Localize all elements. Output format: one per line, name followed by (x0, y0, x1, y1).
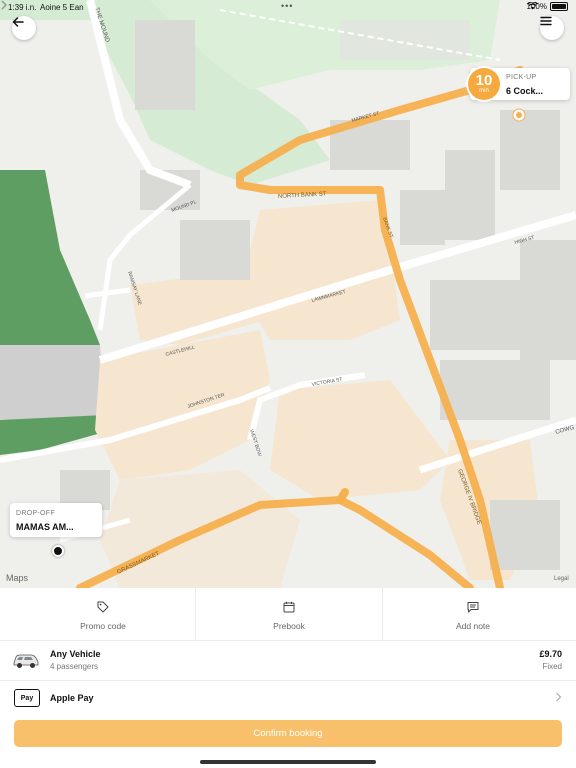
add-note-button[interactable]: Add note (380, 588, 566, 640)
note-icon (467, 602, 479, 613)
car-icon (13, 654, 39, 668)
promo-code-button[interactable]: Promo code (10, 588, 196, 640)
vehicle-selector[interactable]: Any Vehicle 4 passengers £9.70 Fixed (0, 642, 576, 681)
wifi-icon (526, 2, 538, 10)
tag-icon (97, 601, 109, 613)
maps-attribution-text: Maps (6, 573, 29, 583)
street-label: WEST BOW (248, 429, 262, 457)
payment-method-selector[interactable]: Pay Apple Pay (0, 681, 576, 717)
multitasking-dots[interactable]: ••• (281, 1, 293, 11)
chevron-right-icon (1, 0, 7, 10)
back-arrow-icon (12, 17, 24, 27)
legal-link[interactable]: Legal (554, 576, 569, 582)
status-time: 1:39 i.n. (8, 3, 37, 12)
chevron-right-icon (556, 692, 562, 702)
dropoff-label: DROP-OFF (16, 510, 55, 517)
calendar-icon (283, 601, 295, 613)
status-carrier: Aoine 5 Ean (40, 3, 84, 12)
apple-pay-icon: Pay (14, 689, 40, 707)
promo-code-label: Promo code (80, 621, 126, 631)
status-indicators: 100% (526, 2, 568, 11)
dropoff-pin (52, 545, 64, 557)
street-label: NORTH BANK ST (278, 191, 327, 200)
eta-unit: min (479, 88, 489, 94)
pickup-label: PICK-UP (506, 74, 537, 81)
dropoff-address: MAMAS AM... (16, 522, 74, 532)
home-indicator (200, 760, 376, 764)
payment-method-label: Apple Pay (50, 693, 94, 703)
booking-sheet: Promo code Prebook Add note Any Vehicle … (0, 588, 576, 768)
status-bar: 1:39 i.n. Aoine 5 Ean ••• 100% (0, 0, 576, 14)
eta-badge: 10 min (468, 68, 500, 100)
map-view[interactable]: THE MOUND RAMSAY LANE MOUND PL NORTH BAN… (0, 0, 576, 588)
prebook-label: Prebook (273, 621, 305, 631)
fare-price: £9.70 (539, 649, 562, 659)
hamburger-icon (540, 16, 552, 26)
vehicle-name: Any Vehicle (50, 649, 101, 659)
confirm-booking-button[interactable]: Confirm booking (14, 720, 562, 747)
apple-pay-badge-text: Pay (20, 694, 34, 702)
booking-options: Promo code Prebook Add note (0, 588, 576, 641)
add-note-label: Add note (455, 621, 491, 631)
vehicle-passengers: 4 passengers (50, 662, 99, 671)
menu-button[interactable] (540, 16, 564, 40)
back-button[interactable] (12, 16, 36, 40)
maps-attribution: Maps (6, 573, 28, 583)
battery-icon (550, 2, 568, 11)
pickup-address: 6 Cock... (506, 86, 544, 96)
fare-type: Fixed (542, 662, 562, 671)
eta-value: 10 (475, 72, 493, 89)
prebook-button[interactable]: Prebook (195, 588, 383, 640)
